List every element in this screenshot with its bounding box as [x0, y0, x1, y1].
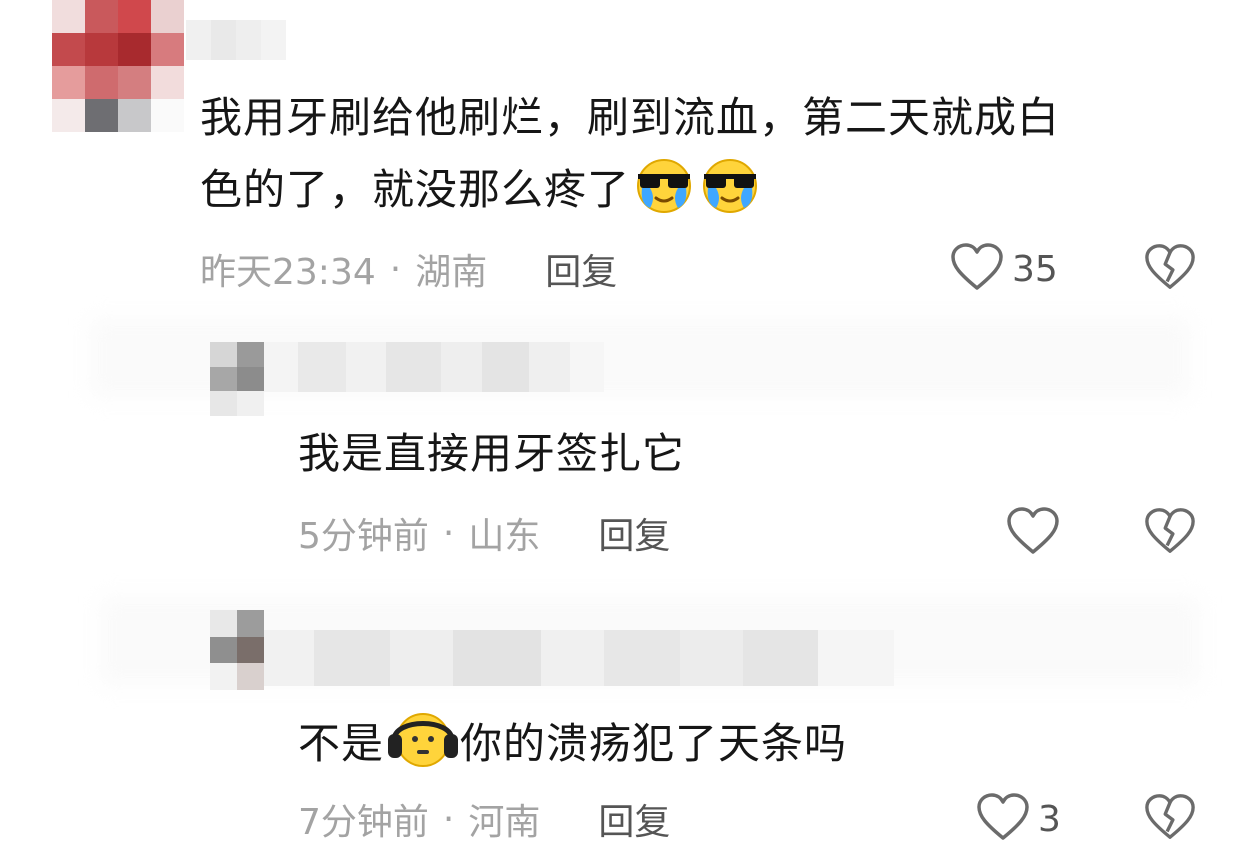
headphones-face-icon [386, 706, 460, 788]
comment-text: 不是 你的溃疡犯了天条吗 [298, 706, 847, 788]
meta-separator: · [389, 248, 402, 290]
username[interactable] [264, 342, 604, 392]
comment-time: 昨天23:34 [200, 252, 376, 293]
broken-heart-icon [1144, 508, 1196, 560]
comment-time: 5分钟前 [298, 516, 429, 557]
reply-button[interactable]: 回复 [598, 507, 670, 559]
like-button[interactable]: 3 [976, 792, 1061, 846]
like-button[interactable]: 35 [950, 242, 1058, 296]
like-button[interactable] [1006, 506, 1068, 560]
comment-meta: 昨天23:34 · 湖南 回复 [200, 244, 617, 294]
comment-text: 我用牙刷给他刷烂，刷到流血，第二天就成白 色的了，就没那么疼了 [200, 82, 1250, 236]
comment-meta: 7分钟前 · 河南 回复 [298, 794, 670, 844]
comment-location: 山东 [468, 516, 541, 557]
meta-separator: · [442, 798, 455, 840]
sunglasses-crying-icon [632, 156, 696, 236]
dislike-button[interactable] [1144, 792, 1196, 846]
like-count: 35 [1012, 248, 1058, 290]
comment-location: 湖南 [415, 252, 488, 293]
username[interactable] [186, 20, 286, 60]
heart-icon [1006, 506, 1060, 560]
comment-location: 河南 [468, 802, 541, 843]
broken-heart-icon [1144, 244, 1196, 296]
reply-button[interactable]: 回复 [598, 793, 670, 845]
dislike-button[interactable] [1144, 506, 1196, 560]
comment-text: 我是直接用牙签扎它 [298, 429, 686, 478]
comment-time: 7分钟前 [298, 802, 429, 843]
sunglasses-crying-icon [698, 156, 762, 236]
comment-meta: 5分钟前 · 山东 回复 [298, 508, 670, 558]
dislike-button[interactable] [1144, 242, 1196, 296]
meta-separator: · [442, 512, 455, 554]
like-count: 3 [1038, 798, 1061, 840]
reply-button[interactable]: 回复 [545, 243, 617, 295]
avatar[interactable] [52, 0, 184, 132]
heart-icon [950, 242, 1004, 296]
broken-heart-icon [1144, 794, 1196, 846]
heart-icon [976, 792, 1030, 846]
avatar[interactable] [210, 342, 264, 416]
username[interactable] [264, 630, 894, 686]
avatar[interactable] [210, 610, 264, 690]
